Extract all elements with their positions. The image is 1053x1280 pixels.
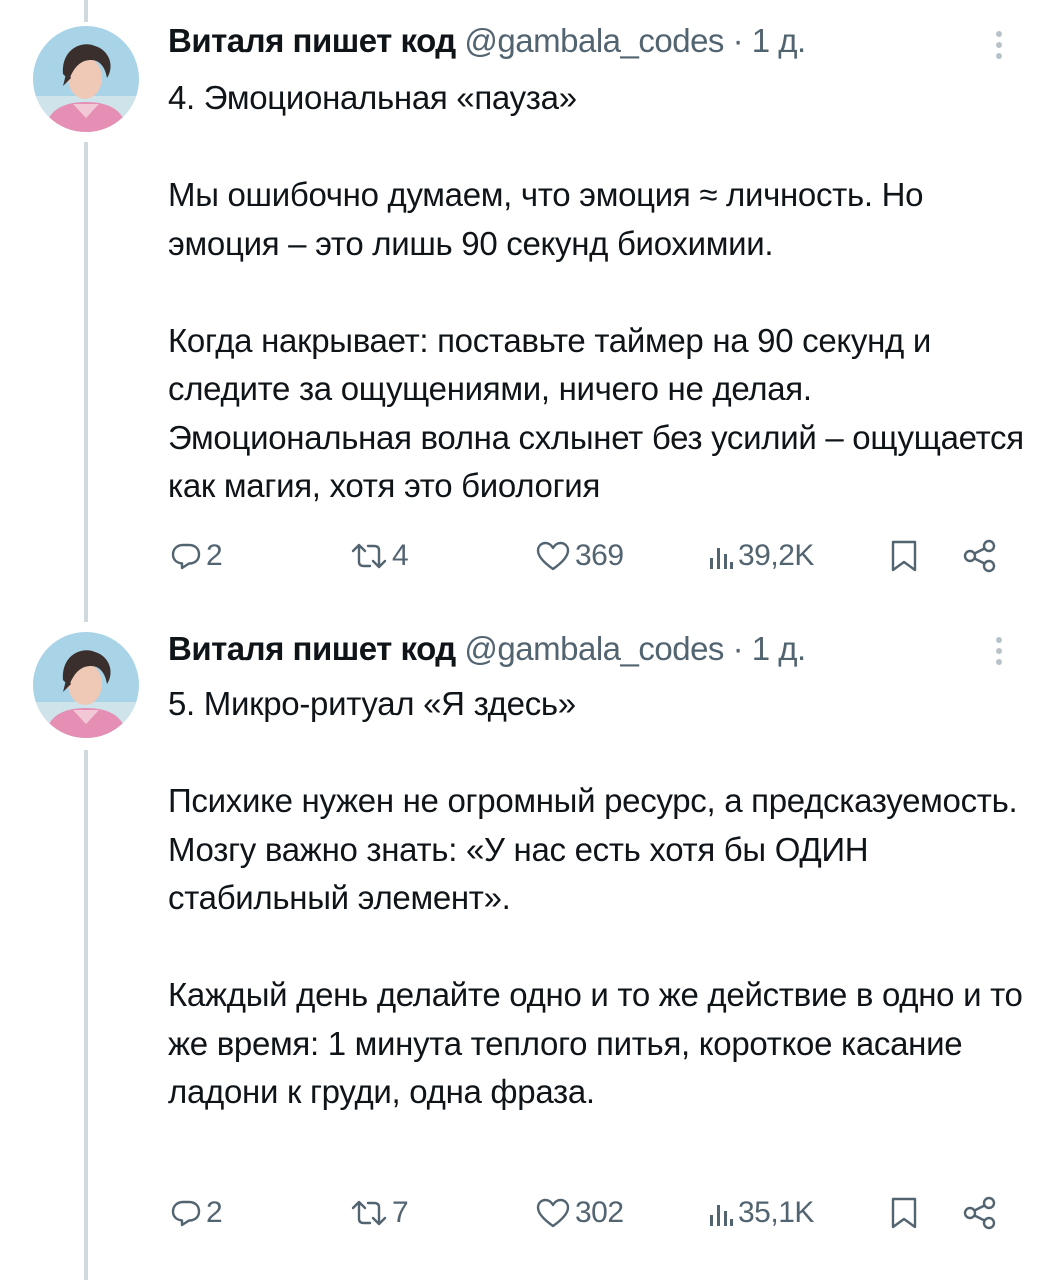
repost-count: 7 bbox=[392, 1196, 409, 1229]
repost-icon bbox=[351, 543, 387, 569]
like-button[interactable]: 302 bbox=[535, 1188, 624, 1238]
share-icon bbox=[963, 539, 996, 573]
share-icon bbox=[963, 1196, 996, 1230]
timestamp[interactable]: 1 д. bbox=[752, 22, 806, 59]
views-button[interactable]: 39,2K bbox=[708, 531, 814, 581]
author-name[interactable]: Виталя пишет код bbox=[168, 630, 456, 667]
avatar[interactable] bbox=[33, 632, 139, 738]
action-bar: 2 7 302 35,1K bbox=[0, 1188, 1053, 1238]
tweet-header: Виталя пишет код @gambala_codes · 1 д. bbox=[168, 630, 806, 668]
tweet-text: 4. Эмоциональная «пауза» Мы ошибочно дум… bbox=[168, 79, 1024, 504]
action-bar: 2 4 369 39,2K bbox=[0, 531, 1053, 581]
views-button[interactable]: 35,1K bbox=[708, 1188, 814, 1238]
reply-icon bbox=[171, 1200, 201, 1227]
more-dots-icon[interactable] bbox=[984, 632, 1014, 676]
share-button[interactable] bbox=[962, 531, 998, 581]
bookmark-button[interactable] bbox=[888, 1188, 920, 1238]
like-count: 369 bbox=[575, 539, 624, 572]
repost-count: 4 bbox=[392, 539, 409, 572]
views-count: 35,1K bbox=[738, 1196, 814, 1229]
bookmark-icon bbox=[891, 1197, 917, 1229]
repost-button[interactable]: 7 bbox=[350, 1188, 409, 1238]
bookmark-button[interactable] bbox=[888, 531, 920, 581]
reply-button[interactable]: 2 bbox=[170, 1188, 223, 1238]
timestamp[interactable]: 1 д. bbox=[752, 630, 806, 667]
author-name[interactable]: Виталя пишет код bbox=[168, 22, 456, 59]
tweet-5[interactable]: Виталя пишет код @gambala_codes · 1 д. 5… bbox=[0, 610, 1053, 1280]
separator: · bbox=[732, 22, 744, 59]
heart-icon bbox=[536, 1198, 570, 1228]
views-icon bbox=[710, 1205, 733, 1226]
like-count: 302 bbox=[575, 1196, 624, 1229]
more-dots-icon[interactable] bbox=[984, 26, 1014, 70]
tweet-header: Виталя пишет код @gambala_codes · 1 д. bbox=[168, 22, 806, 60]
reply-button[interactable]: 2 bbox=[170, 531, 223, 581]
repost-button[interactable]: 4 bbox=[350, 531, 409, 581]
bookmark-icon bbox=[891, 540, 917, 572]
author-handle[interactable]: @gambala_codes bbox=[464, 22, 724, 59]
tweet-4[interactable]: Виталя пишет код @gambala_codes · 1 д. 4… bbox=[0, 0, 1053, 610]
heart-icon bbox=[536, 541, 570, 571]
reply-count: 2 bbox=[206, 539, 223, 572]
separator: · bbox=[732, 630, 744, 667]
like-button[interactable]: 369 bbox=[535, 531, 624, 581]
views-count: 39,2K bbox=[738, 539, 814, 572]
share-button[interactable] bbox=[962, 1188, 998, 1238]
author-handle[interactable]: @gambala_codes bbox=[464, 630, 724, 667]
reply-icon bbox=[171, 543, 201, 570]
reply-count: 2 bbox=[206, 1196, 223, 1229]
repost-icon bbox=[351, 1200, 387, 1226]
views-icon bbox=[710, 548, 733, 569]
avatar[interactable] bbox=[33, 26, 139, 132]
tweet-text: 5. Микро-ритуал «Я здесь» Психике нужен … bbox=[168, 685, 1023, 1110]
